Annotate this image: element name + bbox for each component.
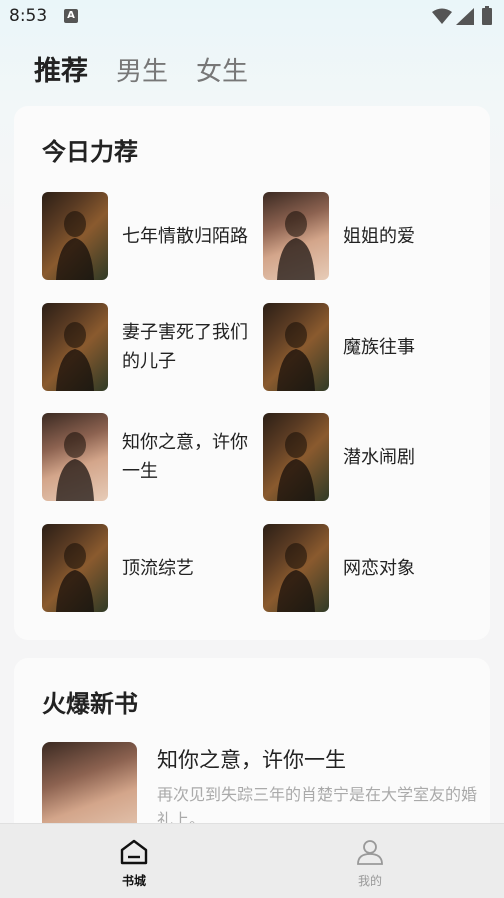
book-title: 顶流综艺 <box>122 557 194 579</box>
nav-bookstore-label: 书城 <box>121 874 146 888</box>
today-recommend-card: 今日力荐 七年情散归陌路 姐姐的爱妻子害死了我们的儿子 魔族往事知你之意，许你一生 潜… <box>14 106 490 640</box>
book-cover <box>42 192 108 280</box>
status-time: 8:53 <box>9 6 48 26</box>
profile-icon <box>357 840 383 865</box>
recommend-book-item[interactable]: 知你之意，许你一生 <box>42 413 252 501</box>
book-title: 妻子害死了我们的儿子 <box>122 322 248 372</box>
section-title-hot-new: 火爆新书 <box>42 690 138 718</box>
bottom-nav: 书城 我的 <box>0 823 504 898</box>
book-cover <box>263 192 329 280</box>
book-cover <box>263 413 329 501</box>
battery-icon <box>482 6 492 25</box>
tab-female[interactable]: 女生 <box>196 54 248 90</box>
bookstore-icon <box>120 839 148 865</box>
recommend-book-item[interactable]: 顶流综艺 <box>42 524 252 612</box>
book-cover <box>263 524 329 612</box>
book-title: 姐姐的爱 <box>343 225 415 247</box>
recommend-book-item[interactable]: 姐姐的爱 <box>263 192 473 280</box>
tab-recommend[interactable]: 推荐 <box>34 54 88 90</box>
section-title-today-recommend: 今日力荐 <box>42 138 138 166</box>
notification-a-icon: A <box>64 9 78 23</box>
book-title: 魔族往事 <box>343 336 415 358</box>
tab-male[interactable]: 男生 <box>116 54 168 90</box>
recommend-book-item[interactable]: 潜水闹剧 <box>263 413 473 501</box>
book-cover <box>263 303 329 391</box>
nav-mine[interactable]: 我的 <box>340 838 400 889</box>
book-title: 七年情散归陌路 <box>122 225 248 247</box>
hot-book-title: 知你之意，许你一生 <box>157 748 346 772</box>
book-cover <box>42 524 108 612</box>
status-bar: 8:53 A <box>0 0 504 34</box>
wifi-icon <box>432 8 452 24</box>
recommend-book-item[interactable]: 七年情散归陌路 <box>42 192 252 280</box>
category-tabs: 推荐 男生 女生 <box>34 50 248 90</box>
recommend-book-item[interactable]: 妻子害死了我们的儿子 <box>42 303 252 391</box>
book-title: 网恋对象 <box>343 557 415 579</box>
signal-icon <box>456 8 474 25</box>
book-title: 知你之意，许你一生 <box>122 432 248 482</box>
book-cover <box>42 303 108 391</box>
recommend-book-item[interactable]: 网恋对象 <box>263 524 473 612</box>
nav-bookstore[interactable]: 书城 <box>104 838 164 889</box>
book-cover <box>42 413 108 501</box>
recommend-book-item[interactable]: 魔族往事 <box>263 303 473 391</box>
book-title: 潜水闹剧 <box>343 446 415 468</box>
nav-mine-label: 我的 <box>357 874 382 888</box>
